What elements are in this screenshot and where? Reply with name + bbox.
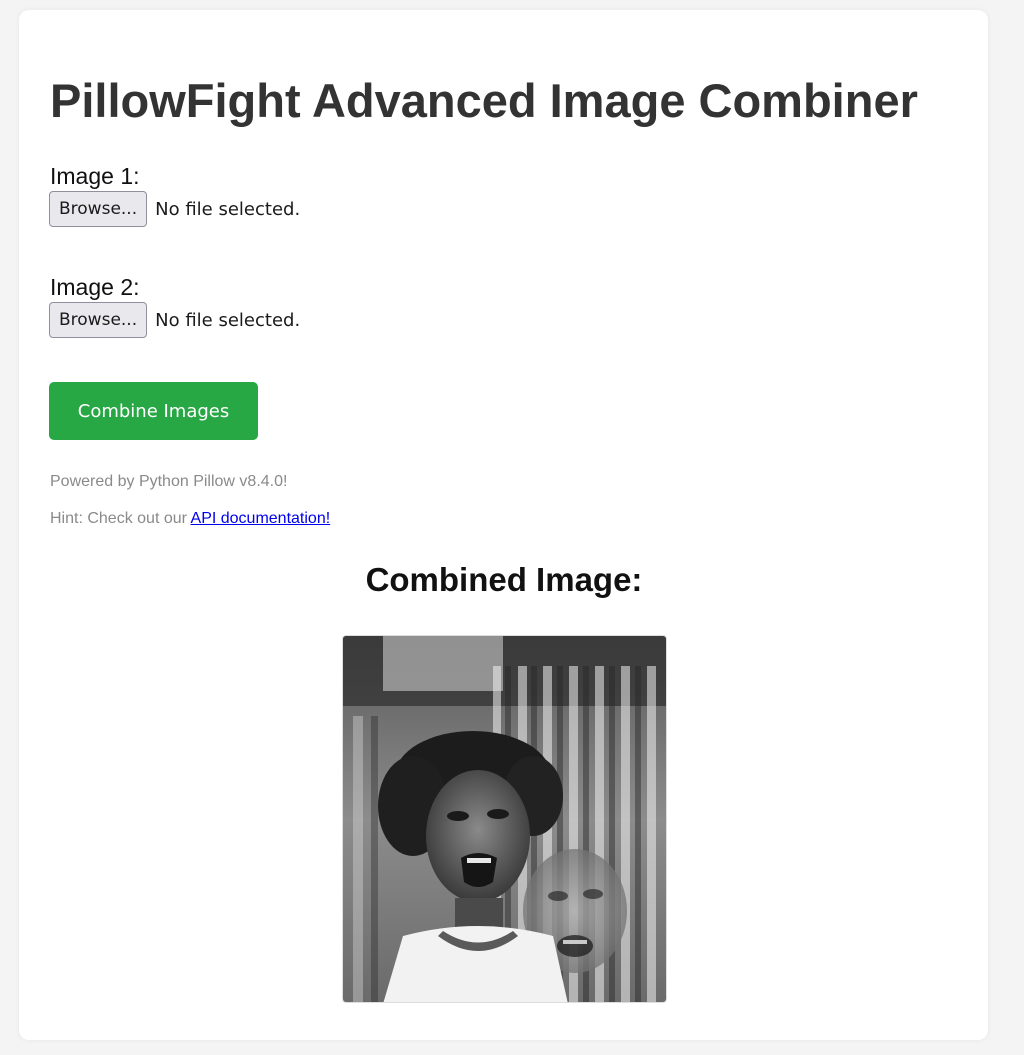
image1-label: Image 1: — [50, 163, 140, 189]
combine-images-button[interactable]: Combine Images — [49, 382, 258, 440]
image1-file-input[interactable]: Browse... No file selected. — [49, 191, 300, 227]
image2-file-input[interactable]: Browse... No file selected. — [49, 302, 300, 338]
image1-browse-button[interactable]: Browse... — [49, 191, 148, 227]
hint-prefix: Hint: Check out our — [50, 510, 191, 527]
combined-image-heading: Combined Image: — [365, 561, 643, 598]
page-title: PillowFight Advanced Image Combiner — [50, 74, 918, 127]
api-documentation-link[interactable]: API documentation! — [191, 510, 331, 527]
image2-file-status: No file selected. — [155, 309, 301, 331]
image1-file-status: No file selected. — [155, 198, 301, 220]
image2-browse-button[interactable]: Browse... — [49, 302, 148, 338]
combined-image — [342, 635, 667, 1003]
powered-by-text: Powered by Python Pillow v8.4.0! — [50, 473, 288, 490]
hint-text: Hint: Check out our API documentation! — [50, 509, 330, 529]
image2-label: Image 2: — [50, 274, 140, 300]
